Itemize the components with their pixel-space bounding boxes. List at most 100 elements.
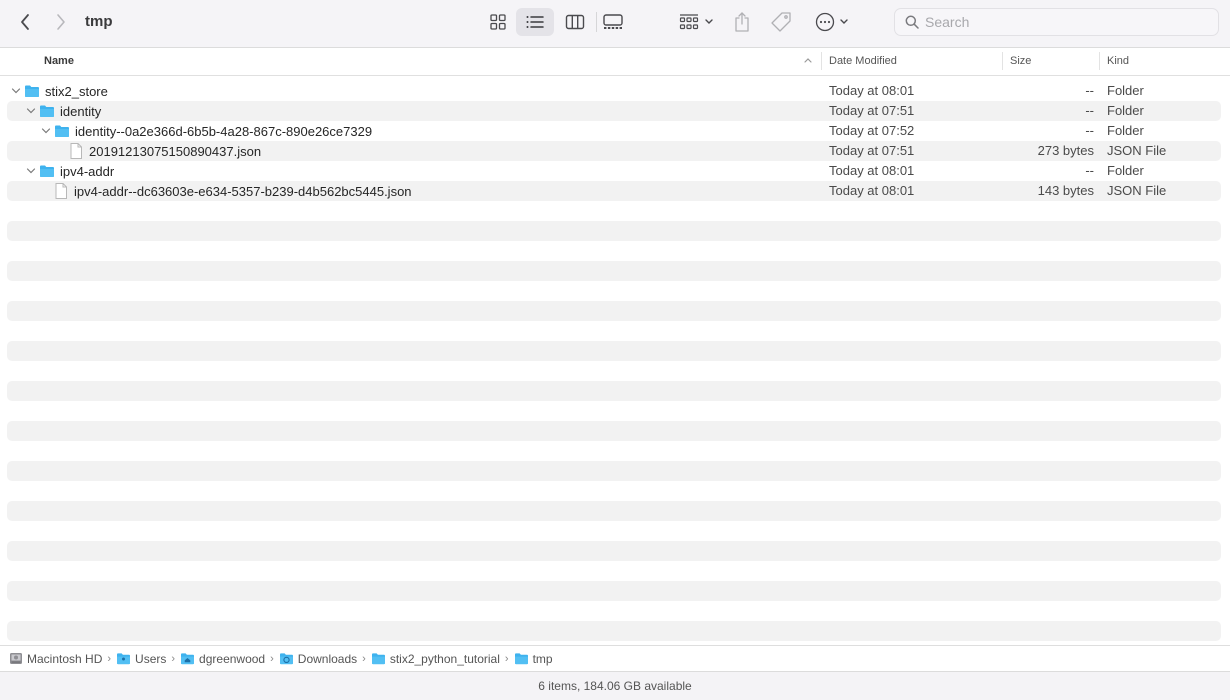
empty-row — [7, 321, 1221, 341]
ellipsis-circle-icon — [815, 12, 835, 32]
hard-drive-icon — [10, 653, 22, 664]
path-item-label: dgreenwood — [199, 651, 266, 666]
tag-icon — [771, 12, 791, 32]
empty-row — [7, 561, 1221, 581]
document-icon — [70, 143, 82, 159]
empty-row — [7, 601, 1221, 621]
column-header-date[interactable]: Date Modified — [829, 49, 897, 75]
group-by-button[interactable] — [676, 10, 716, 34]
grid-icon — [490, 14, 506, 30]
path-separator-icon: › — [362, 652, 366, 665]
date-cell: Today at 07:51 — [829, 143, 915, 158]
disclosure-triangle-icon[interactable] — [40, 125, 52, 137]
file-name: identity--0a2e366d-6b5b-4a28-867c-890e26… — [75, 123, 373, 139]
disclosure-triangle-icon[interactable] — [10, 85, 22, 97]
file-name: ipv4-addr--dc63603e-e634-5357-b239-d4b56… — [74, 183, 412, 199]
date-cell: Today at 08:01 — [829, 183, 915, 198]
chevron-down-icon — [840, 19, 848, 24]
disclosure-triangle-icon[interactable] — [25, 165, 37, 177]
name-cell: stix2_store — [10, 81, 108, 101]
group-by-icon — [679, 14, 698, 30]
empty-row — [7, 501, 1221, 521]
folder-row[interactable]: stix2_store Today at 08:01 -- Folder — [7, 81, 1221, 101]
kind-cell: JSON File — [1107, 183, 1167, 198]
folder-row[interactable]: identity Today at 07:51 -- Folder — [7, 101, 1221, 121]
path-item[interactable]: Downloads — [279, 652, 357, 666]
chevron-right-icon — [57, 14, 65, 30]
search-icon — [905, 15, 919, 29]
folder-icon — [25, 85, 39, 97]
search-field[interactable] — [894, 8, 1219, 36]
back-button[interactable] — [14, 10, 36, 34]
sort-ascending-icon[interactable] — [803, 55, 813, 65]
name-cell: ipv4-addr--dc63603e-e634-5357-b239-d4b56… — [40, 181, 412, 201]
file-name: identity — [60, 103, 102, 119]
empty-row — [7, 581, 1221, 601]
path-item[interactable]: dgreenwood — [180, 652, 265, 666]
empty-row — [7, 421, 1221, 441]
empty-row — [7, 621, 1221, 641]
kind-cell: Folder — [1107, 103, 1144, 118]
list-icon — [526, 16, 544, 28]
empty-row — [7, 381, 1221, 401]
icon-view-button[interactable] — [479, 8, 517, 36]
file-name: 20191213075150890437.json — [89, 143, 262, 159]
window-title: tmp — [85, 13, 113, 30]
empty-row — [7, 461, 1221, 481]
document-icon — [55, 183, 67, 199]
column-divider[interactable] — [1099, 52, 1100, 70]
path-separator-icon: › — [171, 652, 176, 665]
file-row[interactable]: ipv4-addr--dc63603e-e634-5357-b239-d4b56… — [7, 181, 1221, 201]
column-view-button[interactable] — [556, 8, 594, 36]
toolbar: tmp — [0, 0, 1230, 48]
size-cell: -- — [1085, 123, 1094, 138]
path-separator-icon: › — [107, 652, 112, 665]
gallery-view-button[interactable] — [594, 8, 632, 36]
path-item-label: tmp — [532, 651, 553, 666]
path-item-label: stix2_python_tutorial — [389, 651, 500, 666]
name-cell: ipv4-addr — [25, 161, 114, 181]
path-bar: Macintosh HD › Users › dgreenwood › Downloads ›… — [0, 645, 1230, 671]
search-input[interactable] — [925, 14, 1205, 30]
path-item[interactable]: Macintosh HD — [9, 652, 102, 666]
date-cell: Today at 08:01 — [829, 163, 915, 178]
name-cell: 20191213075150890437.json — [55, 141, 261, 161]
column-header-name[interactable]: Name — [44, 49, 74, 75]
list-view-button[interactable] — [516, 8, 554, 36]
path-separator-icon: › — [270, 652, 274, 665]
more-actions-button[interactable] — [812, 10, 852, 34]
path-item[interactable]: tmp — [514, 652, 553, 666]
folder-icon — [40, 105, 54, 117]
kind-cell: JSON File — [1107, 143, 1167, 158]
folder-icon — [40, 165, 54, 177]
empty-row — [7, 441, 1221, 461]
folder-row[interactable]: identity--0a2e366d-6b5b-4a28-867c-890e26… — [7, 121, 1221, 141]
share-icon — [735, 12, 749, 32]
column-header-size[interactable]: Size — [1010, 49, 1031, 75]
gallery-icon — [603, 14, 623, 29]
name-cell: identity — [25, 101, 101, 121]
size-cell: -- — [1085, 83, 1094, 98]
forward-button[interactable] — [50, 10, 72, 34]
path-item-label: Downloads — [297, 651, 358, 666]
column-header: Name Date Modified Size Kind — [0, 49, 1230, 76]
file-row[interactable]: 20191213075150890437.json Today at 07:51 2… — [7, 141, 1221, 161]
empty-row — [7, 261, 1221, 281]
column-header-kind[interactable]: Kind — [1107, 49, 1129, 75]
status-bar: 6 items, 184.06 GB available — [0, 671, 1230, 700]
folder-row[interactable]: ipv4-addr Today at 08:01 -- Folder — [7, 161, 1221, 181]
disclosure-triangle-icon[interactable] — [25, 105, 37, 117]
path-item[interactable]: stix2_python_tutorial — [371, 652, 500, 666]
path-item[interactable]: Users — [116, 652, 166, 666]
kind-cell: Folder — [1107, 163, 1144, 178]
share-button[interactable] — [731, 9, 753, 35]
tag-button[interactable] — [769, 10, 793, 34]
home-folder-icon — [181, 653, 195, 665]
column-divider[interactable] — [1002, 52, 1003, 70]
empty-row — [7, 201, 1221, 221]
empty-row — [7, 341, 1221, 361]
date-cell: Today at 07:52 — [829, 123, 915, 138]
column-divider[interactable] — [821, 52, 822, 70]
path-separator-icon: › — [504, 652, 509, 665]
downloads-folder-icon — [279, 653, 293, 665]
